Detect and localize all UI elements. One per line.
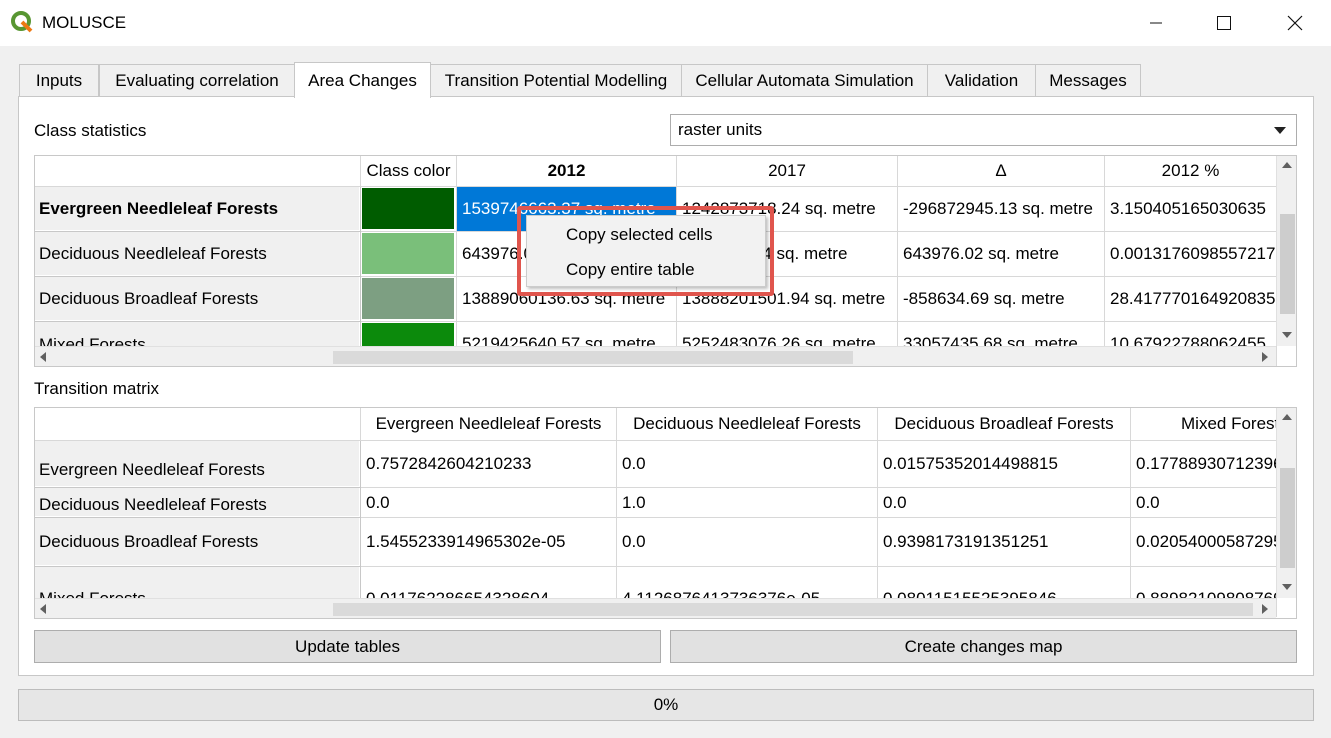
scroll-thumb[interactable] (333, 351, 853, 364)
row-header-deciduous-needleleaf[interactable]: Deciduous Needleleaf Forests (35, 232, 361, 277)
highlight-box (517, 206, 774, 296)
vertical-scrollbar[interactable] (1276, 156, 1296, 346)
scroll-thumb[interactable] (1280, 468, 1295, 568)
units-select[interactable]: raster units (670, 114, 1297, 146)
row-header-evergreen[interactable]: Evergreen Needleleaf Forests (35, 187, 361, 232)
corner-header (35, 156, 361, 187)
scroll-thumb[interactable] (333, 603, 1253, 616)
tab-area-changes[interactable]: Area Changes (294, 62, 431, 98)
horizontal-scrollbar[interactable] (35, 598, 1276, 618)
tab-evaluating-correlation[interactable]: Evaluating correlation (99, 64, 295, 97)
transition-matrix-label: Transition matrix (34, 379, 160, 398)
scroll-right-icon[interactable] (1262, 352, 1268, 362)
row-header-deciduous-broadleaf[interactable]: Deciduous Broadleaf Forests (35, 518, 361, 567)
table-cell[interactable]: 0.17788930712396 (1131, 441, 1277, 488)
maximize-icon (1217, 16, 1231, 30)
close-icon (1287, 15, 1303, 31)
tab-inputs[interactable]: Inputs (19, 64, 99, 97)
maximize-button[interactable] (1193, 0, 1255, 46)
chevron-down-icon (1274, 127, 1286, 134)
update-tables-button[interactable]: Update tables (34, 630, 661, 663)
table-cell[interactable]: 1.5455233914965302e-05 (361, 518, 617, 567)
window-title: MOLUSCE (42, 13, 127, 32)
corner-header (35, 408, 361, 441)
header-evergreen[interactable]: Evergreen Needleleaf Forests (361, 408, 617, 441)
minimize-button[interactable] (1125, 0, 1187, 46)
table-cell[interactable]: 0.0 (878, 488, 1131, 518)
table-cell[interactable]: 0.0 (617, 518, 878, 567)
header-mixed-forests[interactable]: Mixed Forests (1131, 408, 1277, 441)
class-color-swatch (361, 187, 457, 232)
table-cell[interactable]: 0.7572842604210233 (361, 441, 617, 488)
tab-messages[interactable]: Messages (1035, 64, 1141, 97)
scroll-left-icon[interactable] (40, 352, 46, 362)
scroll-down-icon[interactable] (1282, 584, 1292, 590)
row-header-evergreen[interactable]: Evergreen Needleleaf Forests (35, 441, 361, 488)
table-cell[interactable]: 28.417770164920835 (1105, 277, 1277, 322)
table-cell[interactable]: -296872945.13 sq. metre (898, 187, 1105, 232)
qgis-logo-icon (11, 11, 33, 33)
scroll-up-icon[interactable] (1282, 162, 1292, 168)
table-cell[interactable]: 0.01575352014498815 (878, 441, 1131, 488)
tab-transition-potential-modelling[interactable]: Transition Potential Modelling (430, 64, 682, 97)
row-header-deciduous-needleleaf[interactable]: Deciduous Needleleaf Forests (35, 488, 361, 518)
scroll-down-icon[interactable] (1282, 332, 1292, 338)
table-cell[interactable]: 0.0 (361, 488, 617, 518)
header-delta[interactable]: Δ (898, 156, 1105, 187)
units-select-value: raster units (678, 120, 763, 139)
header-deciduous-needleleaf[interactable]: Deciduous Needleleaf Forests (617, 408, 878, 441)
header-2012[interactable]: 2012 (457, 156, 677, 187)
tab-validation[interactable]: Validation (927, 64, 1036, 97)
title-bar: MOLUSCE (0, 0, 1331, 46)
class-statistics-label: Class statistics (34, 121, 147, 140)
scroll-left-icon[interactable] (40, 604, 46, 614)
table-cell[interactable]: 0.0 (1131, 488, 1277, 518)
progress-bar: 0% (18, 689, 1314, 721)
scroll-up-icon[interactable] (1282, 414, 1292, 420)
header-2012-percent[interactable]: 2012 % (1105, 156, 1277, 187)
table-cell[interactable]: 3.150405165030635 (1105, 187, 1277, 232)
transition-matrix-table: Evergreen Needleleaf Forests Deciduous N… (34, 407, 1297, 619)
table-cell[interactable]: -858634.69 sq. metre (898, 277, 1105, 322)
table-cell[interactable]: 0.0 (617, 441, 878, 488)
scroll-thumb[interactable] (1280, 214, 1295, 314)
vertical-scrollbar[interactable] (1276, 408, 1296, 598)
scroll-right-icon[interactable] (1262, 604, 1268, 614)
minimize-icon (1150, 22, 1162, 24)
table-cell[interactable]: 0.0013176098557217 (1105, 232, 1277, 277)
row-header-deciduous-broadleaf[interactable]: Deciduous Broadleaf Forests (35, 277, 361, 322)
class-color-swatch (361, 277, 457, 322)
table-cell[interactable]: 0.9398173191351251 (878, 518, 1131, 567)
header-class-color[interactable]: Class color (361, 156, 457, 187)
create-changes-map-button[interactable]: Create changes map (670, 630, 1297, 663)
horizontal-scrollbar[interactable] (35, 346, 1276, 366)
class-color-swatch (361, 232, 457, 277)
table-cell[interactable]: 0.02054000587295 (1131, 518, 1277, 567)
table-cell[interactable]: 643976.02 sq. metre (898, 232, 1105, 277)
table-cell[interactable]: 1.0 (617, 488, 878, 518)
header-2017[interactable]: 2017 (677, 156, 898, 187)
header-deciduous-broadleaf[interactable]: Deciduous Broadleaf Forests (878, 408, 1131, 441)
close-button[interactable] (1264, 0, 1326, 46)
tab-cellular-automata-simulation[interactable]: Cellular Automata Simulation (681, 64, 928, 97)
progress-text: 0% (653, 695, 679, 714)
